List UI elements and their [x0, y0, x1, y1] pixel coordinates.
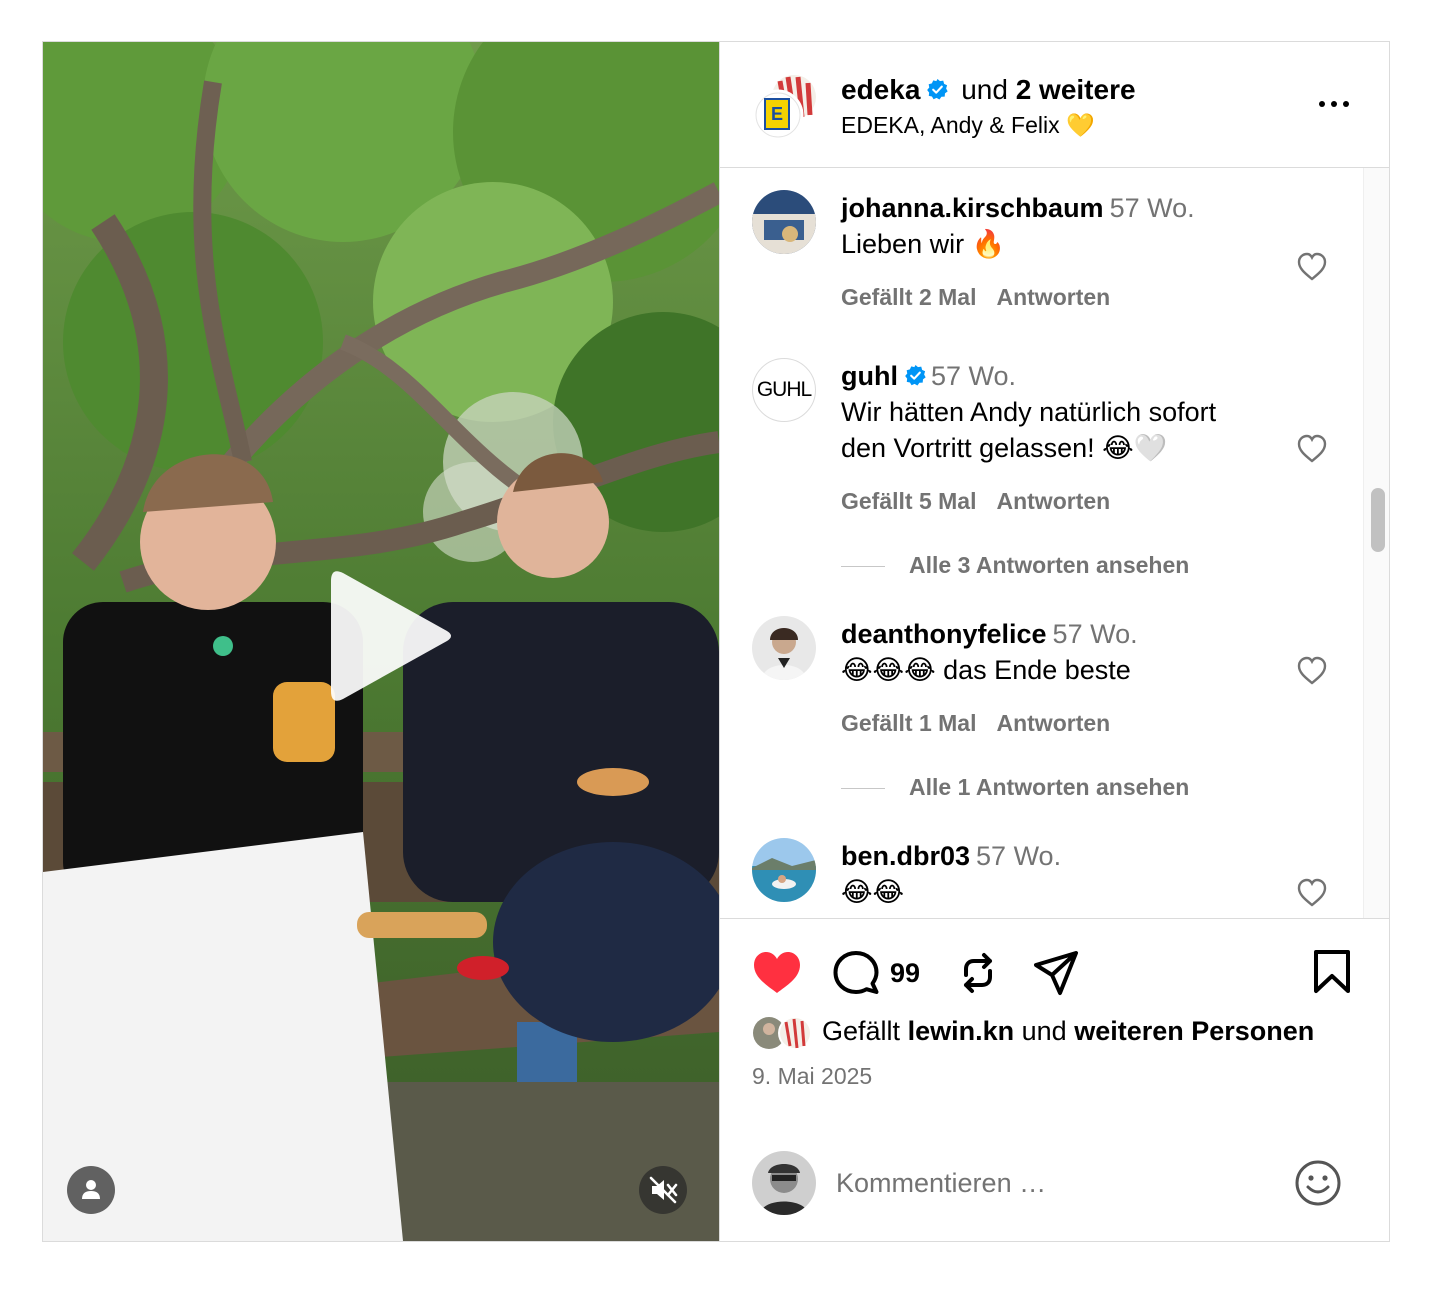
comments-list[interactable]: johanna.kirschbaum 57 Wo. Lieben wir 🔥 Ge… — [720, 168, 1389, 918]
video-player[interactable] — [43, 42, 719, 1241]
post-date[interactable]: 9. Mai 2025 — [752, 1061, 872, 1091]
reply-button[interactable]: Antworten — [996, 710, 1110, 736]
comment-time[interactable]: 57 Wo. — [1110, 193, 1195, 223]
commenter-avatar[interactable] — [752, 190, 816, 254]
liker-avatar-stack — [753, 1015, 812, 1050]
emoji-picker-icon[interactable] — [1294, 1159, 1342, 1207]
comment-text: Wir hätten Andy natürlich sofort den Vor… — [841, 397, 1217, 463]
svg-text:E: E — [771, 104, 783, 124]
comment-text: 😂😂😂 das Ende beste — [841, 655, 1131, 685]
comment-time[interactable]: 57 Wo. — [1053, 619, 1138, 649]
post-sidebar: E edeka und 2 weitere EDEKA, Andy & Feli… — [719, 42, 1389, 1241]
comment-bubble-icon[interactable] — [832, 949, 880, 997]
post-header: E edeka und 2 weitere EDEKA, Andy & Feli… — [720, 42, 1389, 168]
comment-body: ben.dbr03 57 Wo. 😂😂 — [841, 838, 1261, 910]
play-icon[interactable] — [325, 569, 455, 703]
comment-username[interactable]: guhl — [841, 361, 898, 391]
comment-input[interactable] — [834, 1159, 1278, 1207]
likes-prefix: Gefällt — [822, 1016, 901, 1046]
comment-like-heart-icon[interactable] — [1296, 656, 1328, 686]
save-bookmark-icon[interactable] — [1312, 949, 1352, 995]
comment-likes[interactable]: Gefällt 2 Mal — [841, 284, 976, 310]
add-comment-bar — [720, 1145, 1389, 1225]
repost-icon[interactable] — [954, 949, 1002, 997]
verified-badge-icon — [927, 78, 949, 100]
comment-text: 😂😂 — [841, 877, 905, 907]
speaker-muted-icon — [649, 1176, 678, 1204]
comment-count[interactable]: 99 — [890, 957, 920, 989]
avatar-image — [752, 838, 816, 902]
liker-avatars[interactable] — [752, 1015, 814, 1050]
avatar-image — [752, 616, 816, 680]
like-heart-icon[interactable] — [752, 951, 802, 995]
commenter-avatar[interactable]: GUHL — [752, 358, 816, 422]
guhl-logo-text: GUHL — [756, 378, 812, 401]
comment-likes[interactable]: Gefällt 5 Mal — [841, 488, 976, 514]
comment-username[interactable]: deanthonyfelice — [841, 619, 1047, 649]
more-options-icon[interactable] — [1316, 94, 1352, 114]
mute-toggle-button[interactable] — [639, 1166, 687, 1214]
avatar-image — [752, 190, 816, 254]
post-actions: 99 Gefällt lewin.kn und weiteren Persone… — [720, 918, 1389, 1241]
comment-body: guhl 57 Wo. Wir hätten Andy natürlich sof… — [841, 358, 1261, 516]
likes-summary: Gefällt lewin.kn und weiteren Personen — [752, 1013, 1314, 1050]
current-user-avatar — [752, 1151, 816, 1215]
comment-username[interactable]: johanna.kirschbaum — [841, 193, 1104, 223]
view-replies-button[interactable]: Alle 1 Antworten ansehen — [841, 772, 1189, 802]
authors-subtitle: EDEKA, Andy & Felix 💛 — [841, 112, 1095, 138]
other-authors-link[interactable]: 2 weitere — [1016, 74, 1136, 105]
comment-likes[interactable]: Gefällt 1 Mal — [841, 710, 976, 736]
tagged-users-button[interactable] — [67, 1166, 115, 1214]
comment-username[interactable]: ben.dbr03 — [841, 841, 970, 871]
share-paper-plane-icon[interactable] — [1032, 949, 1080, 997]
likes-middle: und — [1021, 1016, 1067, 1046]
avatar-image — [752, 1151, 816, 1215]
and-label: und — [961, 74, 1008, 105]
post-dialog: E edeka und 2 weitere EDEKA, Andy & Feli… — [42, 41, 1390, 1242]
comment-text: Lieben wir 🔥 — [841, 229, 1006, 259]
liker-username[interactable]: lewin.kn — [908, 1016, 1015, 1046]
user-icon — [82, 1180, 100, 1199]
author-username[interactable]: edeka — [841, 74, 920, 105]
comment-like-heart-icon[interactable] — [1296, 434, 1328, 464]
view-replies-label: Alle 3 Antworten ansehen — [909, 552, 1190, 578]
comment-like-heart-icon[interactable] — [1296, 252, 1328, 282]
other-likers-link[interactable]: weiteren Personen — [1074, 1016, 1314, 1046]
comment-time[interactable]: 57 Wo. — [931, 361, 1016, 391]
collab-avatars[interactable]: E — [752, 73, 820, 141]
comment-body: deanthonyfelice 57 Wo. 😂😂😂 das Ende beste… — [841, 616, 1261, 738]
reply-button[interactable]: Antworten — [996, 488, 1110, 514]
replies-divider — [841, 788, 885, 790]
comment-body: johanna.kirschbaum 57 Wo. Lieben wir 🔥 Ge… — [841, 190, 1261, 312]
reply-button[interactable]: Antworten — [996, 284, 1110, 310]
collab-avatar-stack: E — [752, 75, 816, 141]
replies-divider — [841, 566, 885, 568]
commenter-avatar[interactable] — [752, 616, 816, 680]
view-replies-button[interactable]: Alle 3 Antworten ansehen — [841, 550, 1189, 580]
post-authors: edeka und 2 weitere — [841, 73, 1136, 107]
comments-scrollbar-thumb[interactable] — [1371, 488, 1385, 552]
view-replies-label: Alle 1 Antworten ansehen — [909, 774, 1190, 800]
comment-time[interactable]: 57 Wo. — [976, 841, 1061, 871]
commenter-avatar[interactable] — [752, 838, 816, 902]
verified-badge-icon — [905, 364, 926, 386]
comment-like-heart-icon[interactable] — [1296, 878, 1328, 908]
